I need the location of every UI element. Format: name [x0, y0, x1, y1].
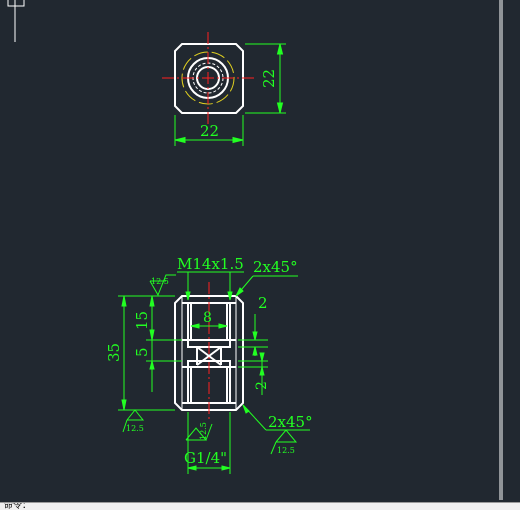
thread-label: M14x1.5 [177, 255, 244, 273]
top-view: 22 22 [162, 32, 286, 146]
dim-8-text: 8 [203, 310, 212, 326]
roughness-right-text: 12.5 [277, 446, 295, 455]
dim-width-text: 22 [200, 122, 219, 140]
chamfer-top-text: 2x45° [253, 258, 298, 276]
dim-15-text: 15 [133, 311, 151, 330]
chamfer-bottom-text: 2x45° [268, 413, 313, 431]
drawing-viewport[interactable]: 22 22 M14x1.5 2x45° 8 2 2 35 15 5 12.5 1… [0, 0, 520, 510]
roughness-bottom-text: 12.5 [199, 422, 208, 440]
dim-height-text: 22 [260, 69, 278, 88]
viewport-border [499, 0, 503, 500]
pipe-thread-text: G1/4" [184, 449, 227, 467]
dim-overall-text: 35 [105, 343, 123, 362]
roughness-left-text: 12.5 [126, 424, 144, 433]
cad-drawing-canvas[interactable]: 22 22 M14x1.5 2x45° 8 2 2 35 15 5 12.5 1… [0, 0, 520, 502]
dim-5-text: 5 [133, 347, 151, 357]
ucs-icon [7, 0, 25, 42]
roughness-top-text: 12.5 [151, 277, 169, 286]
dim-small-bottom-text: 2 [254, 381, 270, 390]
dim-small-top-text: 2 [258, 294, 268, 312]
side-view: M14x1.5 2x45° 8 2 2 35 15 5 12.5 12.5 12… [105, 255, 313, 474]
